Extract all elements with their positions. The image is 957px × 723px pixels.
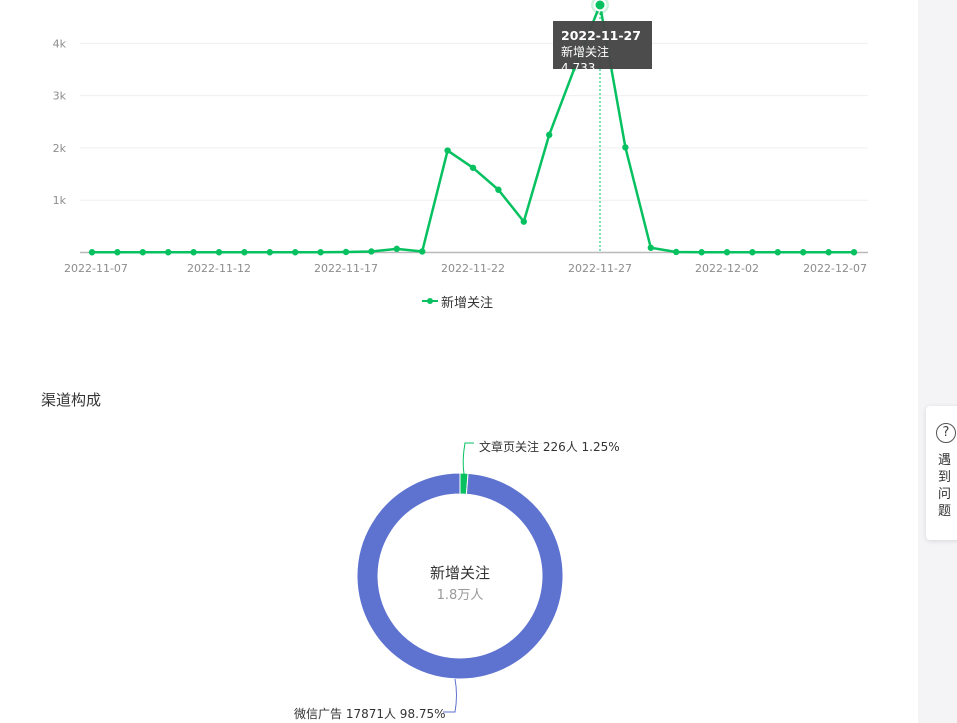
slice-label-ads: 微信广告 17871人 98.75% bbox=[294, 707, 446, 721]
donut-center-title: 新增关注 bbox=[429, 564, 490, 582]
help-panel[interactable]: ? 遇到问题 bbox=[926, 406, 957, 540]
help-label: 遇到问题 bbox=[938, 453, 952, 519]
content-card: 1k 2k 3k 4k 2022-11-07 2022-11-12 2022-11-17 20… bbox=[0, 0, 918, 723]
slice-label-article: 文章页关注 226人 1.25% bbox=[479, 440, 620, 454]
donut-center-value: 1.8万人 bbox=[436, 588, 484, 603]
donut-chart bbox=[356, 442, 564, 713]
question-icon: ? bbox=[936, 423, 956, 443]
leader-line-article bbox=[462, 442, 474, 475]
